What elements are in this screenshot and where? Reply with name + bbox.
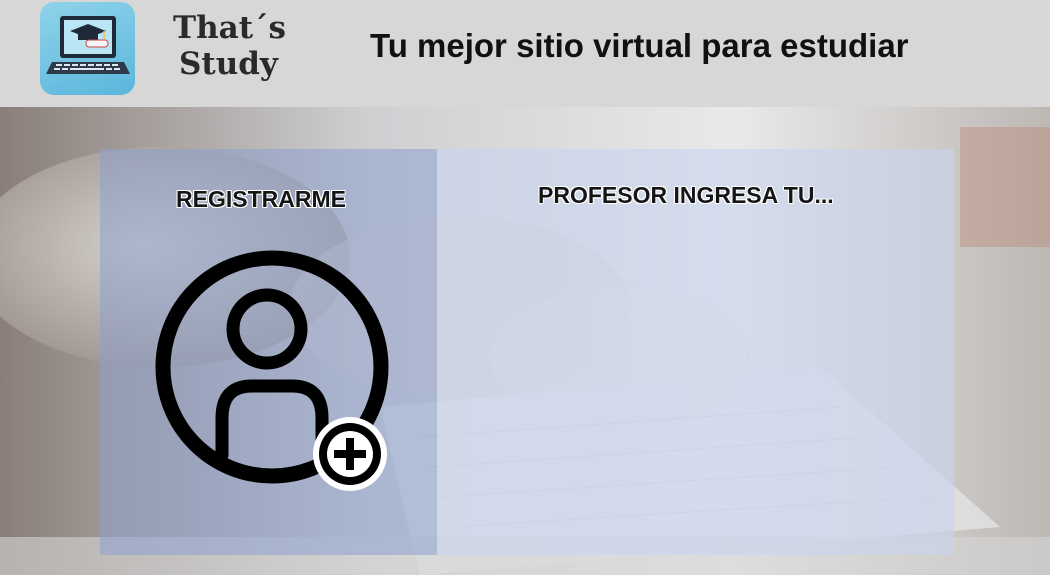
register-card[interactable]: REGISTRARME [100, 149, 437, 555]
page-tagline: Tu mejor sitio virtual para estudiar [370, 27, 909, 64]
laptop-graduation-icon [46, 16, 130, 74]
brand-line-2: Study [179, 46, 278, 82]
brand-name: That´s Study [173, 10, 293, 82]
top-header: That´s Study Tu mejor sitio virtual para… [0, 0, 1050, 107]
teacher-login-card[interactable]: PROFESOR INGRESA TU... [437, 149, 954, 555]
brand-line-1: That´s [173, 10, 286, 46]
add-user-icon[interactable] [152, 246, 392, 496]
app-logo[interactable] [40, 2, 135, 95]
register-title[interactable]: REGISTRARME [176, 186, 346, 213]
teacher-login-title[interactable]: PROFESOR INGRESA TU... [538, 182, 834, 209]
